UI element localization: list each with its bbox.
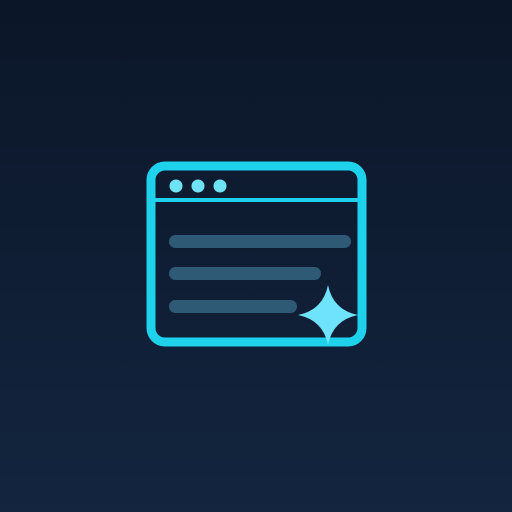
icon-canvas [0,0,512,512]
window-dot-2 [191,179,205,193]
window-dots [169,179,227,193]
background [0,0,512,512]
window-dot-3 [213,179,227,193]
content-line-3 [169,300,297,313]
icon-svg [0,0,512,512]
content-line-2 [169,267,321,280]
content-line-1 [169,235,351,248]
window-dot-1 [169,179,183,193]
